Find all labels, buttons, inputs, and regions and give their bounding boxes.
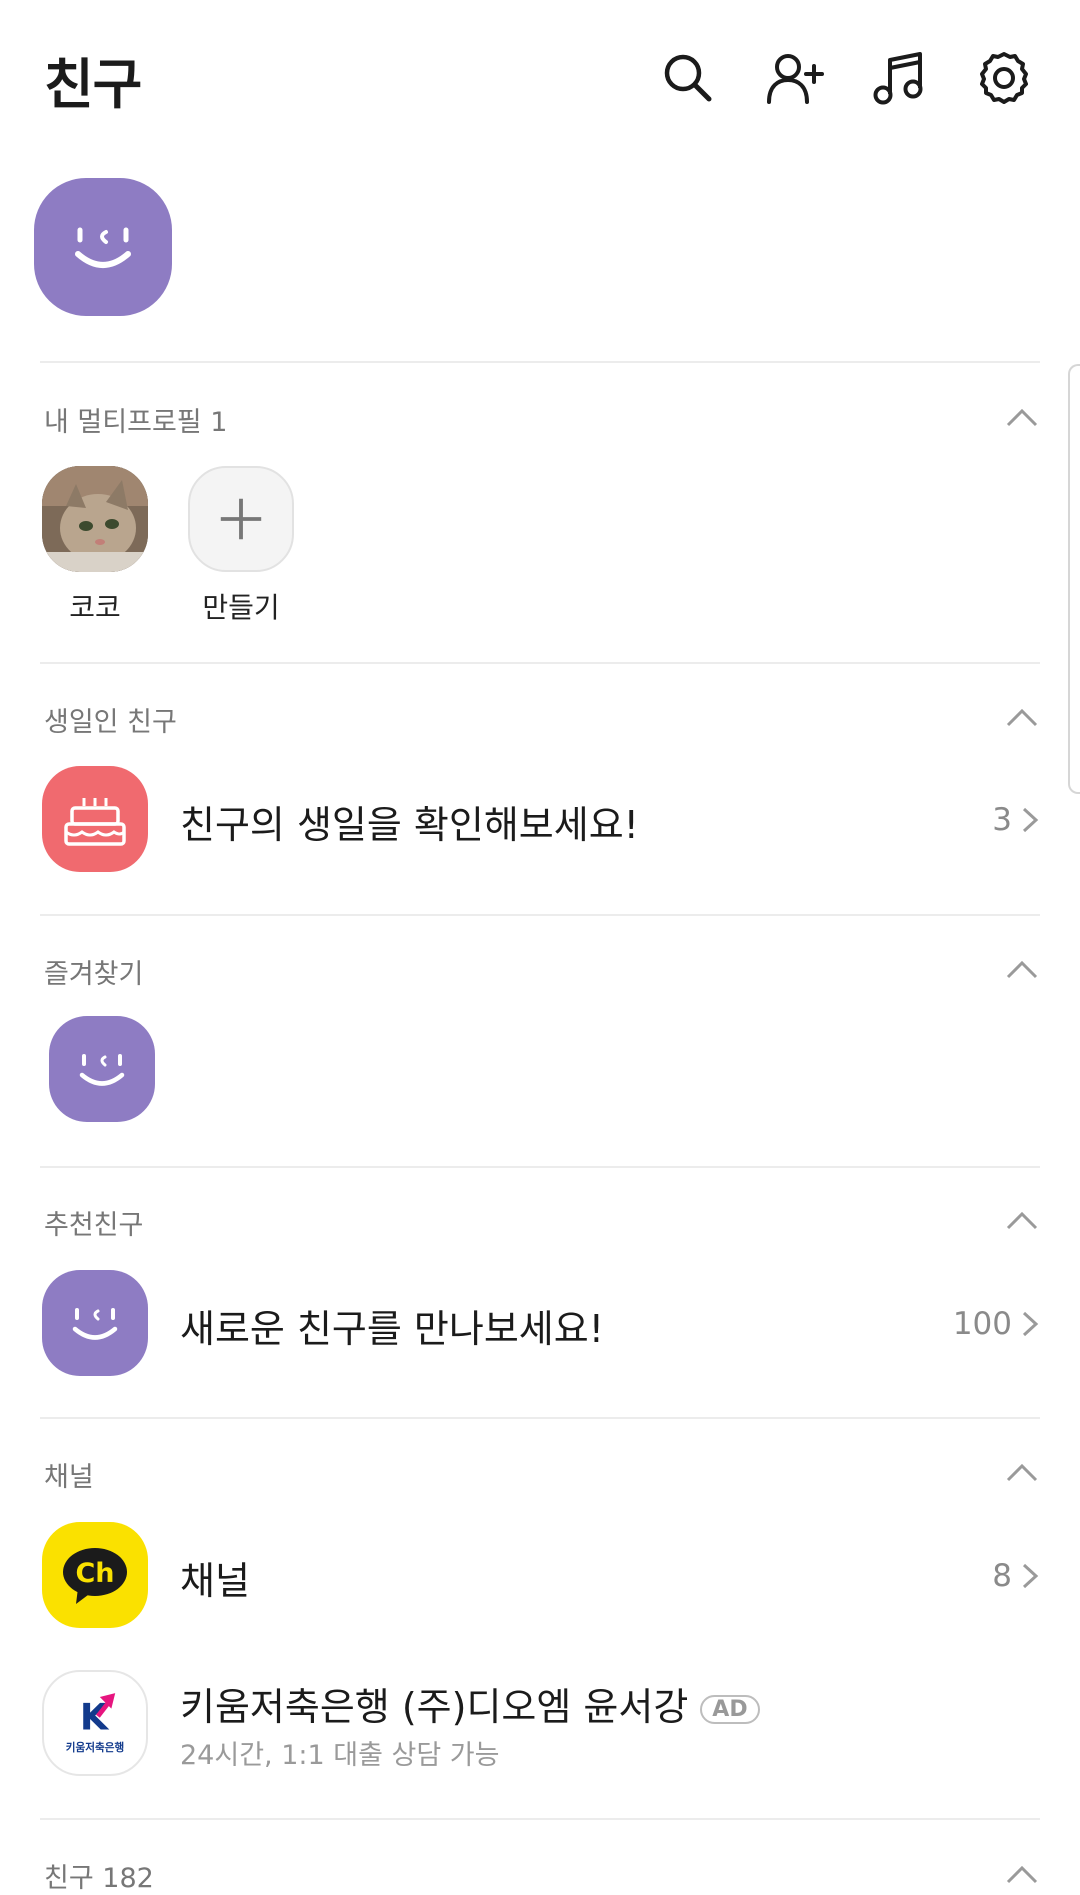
music-icon[interactable] (870, 48, 930, 108)
divider (40, 914, 1040, 916)
ad-logo-text: 키움저축은행 (66, 1741, 124, 1754)
chevron-up-icon[interactable] (1005, 705, 1039, 729)
chevron-up-icon[interactable] (1005, 405, 1039, 429)
section-title-favorites: 즐겨찾기 (44, 959, 144, 990)
section-title-birthday: 생일인 친구 (44, 707, 177, 738)
recommended-count-value: 100 (952, 1306, 1012, 1342)
birthday-count-value: 3 (992, 802, 1012, 838)
divider (40, 361, 1040, 363)
add-friend-icon[interactable] (764, 48, 824, 108)
divider (40, 662, 1040, 664)
recommended-row-text[interactable]: 새로운 친구를 만나보세요! (180, 1298, 604, 1353)
divider (40, 1417, 1040, 1419)
chevron-right-icon (1022, 807, 1039, 833)
birthday-cake-icon (42, 766, 148, 872)
ad-badge: AD (700, 1695, 760, 1724)
section-title-recommended: 추천친구 (44, 1210, 144, 1241)
favorite-friend-avatar[interactable] (49, 1016, 155, 1122)
channel-count[interactable]: 8 (992, 1558, 1040, 1594)
divider (40, 1818, 1040, 1820)
multiprofile-avatar-coco[interactable] (42, 466, 148, 572)
section-title-channel: 채널 (44, 1462, 94, 1493)
header: 친구 (0, 0, 1080, 160)
search-icon[interactable] (658, 48, 718, 108)
section-title-friends: 친구 182 (44, 1863, 154, 1894)
channel-count-value: 8 (992, 1558, 1012, 1594)
recommended-friend-avatar (42, 1270, 148, 1376)
ad-subtitle: 24시간, 1:1 대출 상담 가능 (180, 1740, 500, 1771)
birthday-count[interactable]: 3 (992, 802, 1040, 838)
chevron-right-icon (1022, 1563, 1039, 1589)
channel-icon: Ch (42, 1522, 148, 1628)
scrollbar[interactable] (1068, 364, 1080, 794)
settings-icon[interactable] (974, 48, 1034, 108)
channel-row-text[interactable]: 채널 (180, 1550, 250, 1605)
chevron-up-icon[interactable] (1005, 1208, 1039, 1232)
create-multiprofile-button[interactable] (188, 466, 294, 572)
chevron-up-icon[interactable] (1005, 957, 1039, 981)
page-title: 친구 (44, 53, 142, 116)
ad-name: 키움저축은행 (주)디오엠 윤서강 (180, 1685, 689, 1729)
ad-logo-kiwoom[interactable]: K 키움저축은행 (42, 1670, 148, 1776)
chevron-up-icon[interactable] (1005, 1460, 1039, 1484)
my-profile-avatar[interactable] (34, 178, 172, 316)
divider (40, 1166, 1040, 1168)
multiprofile-label: 코코 (69, 591, 121, 624)
svg-text:Ch: Ch (75, 1558, 114, 1589)
multiprofile-label: 만들기 (202, 591, 280, 624)
birthday-row-text[interactable]: 친구의 생일을 확인해보세요! (180, 794, 639, 849)
ad-row-title[interactable]: 키움저축은행 (주)디오엠 윤서강 AD (180, 1676, 760, 1731)
chevron-right-icon (1022, 1311, 1039, 1337)
chevron-up-icon[interactable] (1005, 1862, 1039, 1886)
section-title-multiprofile: 내 멀티프로필 1 (44, 407, 228, 438)
recommended-count[interactable]: 100 (953, 1306, 1040, 1342)
